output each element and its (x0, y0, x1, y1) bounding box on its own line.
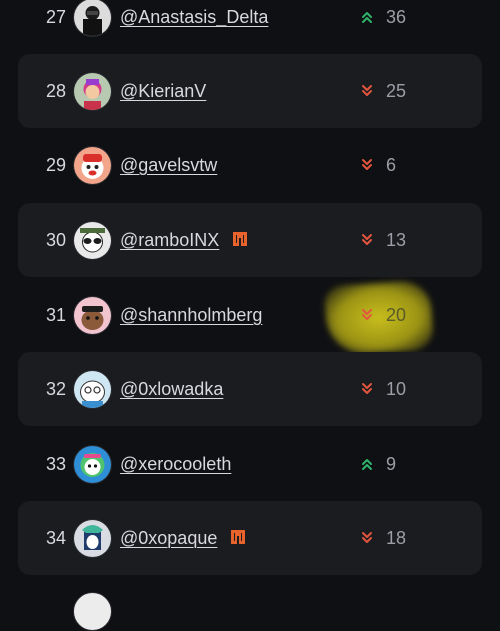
score-value: 6 (386, 154, 397, 175)
user-handle-link[interactable]: @Anastasis_Delta (120, 7, 268, 28)
partner-badge-icon (231, 529, 246, 544)
rank-number: 33 (45, 453, 67, 474)
chevrons-down-icon (362, 309, 372, 320)
chevrons-down-icon (362, 234, 372, 245)
score-value: 10 (386, 378, 407, 399)
user-handle-link[interactable]: @KierianV (120, 81, 206, 102)
leaderboard-row[interactable]: 29 @gavelsvtw 6 (18, 128, 482, 202)
avatar[interactable] (73, 444, 112, 484)
avatar[interactable] (73, 592, 112, 631)
chevrons-down-icon (362, 383, 372, 394)
leaderboard-row[interactable]: 30 @ramboINX 13 (18, 203, 482, 277)
avatar[interactable] (73, 145, 112, 185)
score-value: 18 (386, 527, 407, 548)
score-value: 36 (386, 6, 407, 27)
avatar[interactable] (73, 220, 112, 260)
rank-number: 28 (45, 80, 67, 101)
leaderboard-row[interactable]: 31 @shannholmberg 20 (18, 278, 482, 352)
user-handle-link[interactable]: @0xopaque (120, 528, 247, 549)
rank-number: 27 (45, 6, 67, 27)
score-value: 20 (386, 304, 407, 325)
score-value: 9 (386, 453, 397, 474)
rank-number: 31 (45, 304, 67, 325)
leaderboard-row[interactable]: 32 @0xlowadka 10 (18, 352, 482, 426)
chevrons-down-icon (362, 532, 372, 543)
rank-number: 34 (45, 527, 67, 548)
avatar[interactable] (73, 518, 112, 558)
user-handle-link[interactable]: @shannholmberg (120, 305, 262, 326)
leaderboard-row[interactable]: 34 @0xopaque 18 (18, 501, 482, 575)
leaderboard-row[interactable]: 28 @KierianV 25 (18, 54, 482, 128)
user-handle-text[interactable]: @0xopaque (120, 528, 217, 548)
user-handle-link[interactable]: @ramboINX (120, 230, 249, 251)
chevrons-up-icon (362, 459, 372, 470)
avatar[interactable] (73, 369, 112, 409)
rank-number: 29 (45, 154, 67, 175)
rank-number: 32 (45, 378, 67, 399)
rank-number: 30 (45, 229, 67, 250)
user-handle-link[interactable]: @gavelsvtw (120, 155, 217, 176)
partner-badge-icon (233, 231, 248, 246)
avatar[interactable] (73, 0, 112, 37)
score-value: 13 (386, 229, 407, 250)
chevrons-down-icon (362, 159, 372, 170)
user-handle-link[interactable]: @0xlowadka (120, 379, 223, 400)
chevrons-up-icon (362, 12, 372, 23)
avatar[interactable] (73, 71, 112, 111)
score-value: 25 (386, 80, 407, 101)
user-handle-link[interactable]: @xerocooleth (120, 454, 231, 475)
chevrons-down-icon (362, 85, 372, 96)
avatar[interactable] (73, 295, 112, 335)
leaderboard-list: 27 @Anastasis_Delta 36 28 @KierianV 25 2… (0, 0, 500, 631)
leaderboard-row[interactable]: 33 @xerocooleth 9 (18, 427, 482, 501)
leaderboard-row[interactable]: 27 @Anastasis_Delta 36 (18, 0, 482, 54)
user-handle-text[interactable]: @ramboINX (120, 230, 219, 250)
